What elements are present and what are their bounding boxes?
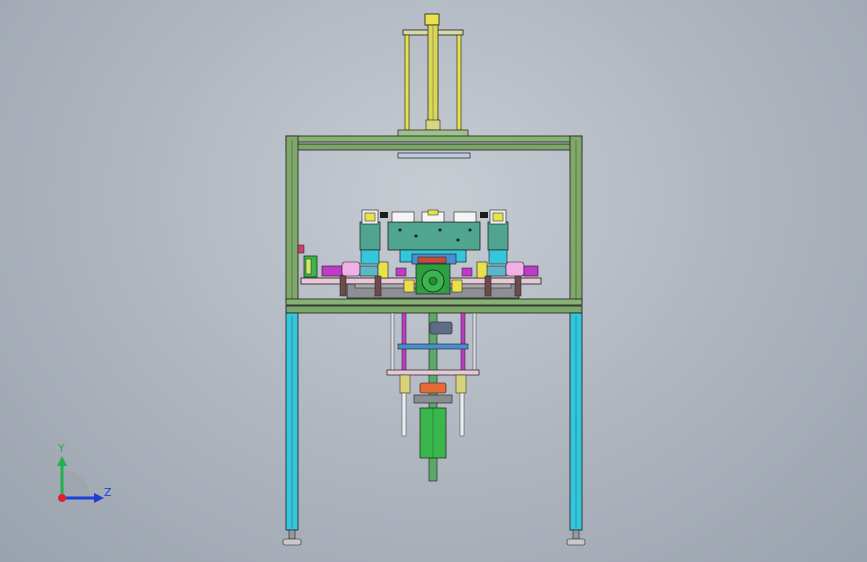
coordinate-triad: Y Z (48, 440, 118, 510)
top-cylinder-assembly[interactable] (397, 13, 469, 138)
z-axis-label: Z (104, 486, 112, 499)
cad-viewport[interactable]: Y Z (0, 0, 867, 562)
lower-lift-assembly[interactable] (386, 312, 480, 482)
machine-assembly-model[interactable] (0, 0, 867, 562)
y-axis-label: Y (58, 442, 65, 455)
work-table-assembly[interactable] (297, 209, 542, 299)
